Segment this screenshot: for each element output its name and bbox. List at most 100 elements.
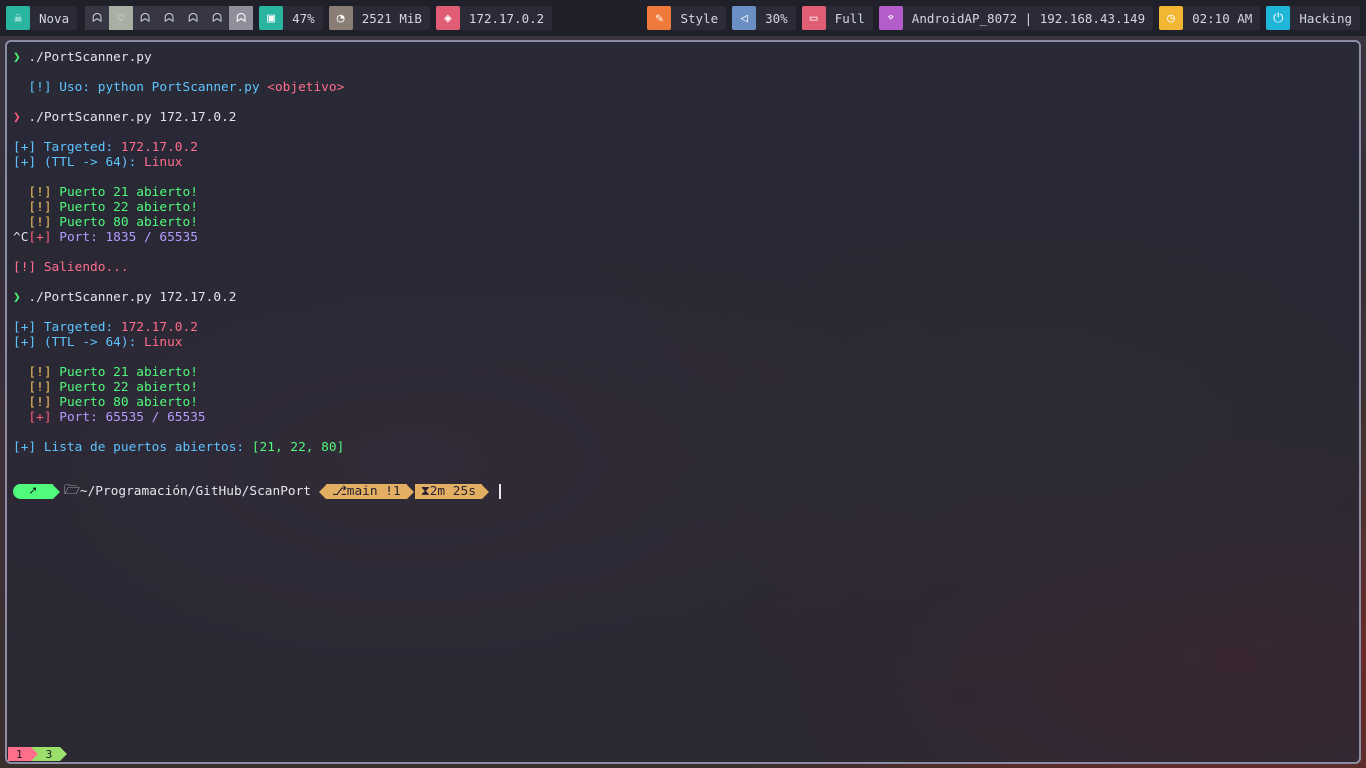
terminal-line: [!] Puerto 21 abierto! xyxy=(13,365,344,380)
terminal-line: ❯ ./PortScanner.py xyxy=(13,50,344,65)
text-cursor[interactable] xyxy=(498,484,501,499)
workspace-badges: 1 3 xyxy=(8,747,68,761)
terminal-line: [!] Puerto 21 abierto! xyxy=(13,185,344,200)
prompt-git: ⎇ main !1 xyxy=(326,484,407,499)
terminal-text: [!] Uso: xyxy=(13,80,98,95)
launcher-label: Nova xyxy=(39,10,70,26)
terminal-line: [+] Lista de puertos abiertos: [21, 22, … xyxy=(13,440,344,455)
ghost-icon[interactable]: ᗣ xyxy=(133,6,158,30)
terminal-text: [+] (TTL -> 64): xyxy=(13,335,144,350)
terminal-line: [+] Targeted: 172.17.0.2 xyxy=(13,140,344,155)
terminal-line: [!] Puerto 80 abierto! xyxy=(13,215,344,230)
hourglass-icon: ⧗ xyxy=(420,484,430,499)
terminal-line: [!] Uso: python PortScanner.py <objetivo… xyxy=(13,80,344,95)
terminal-line: [+] (TTL -> 64): Linux xyxy=(13,155,344,170)
power-module[interactable]: ⏻ Hacking xyxy=(1266,6,1360,30)
terminal-text: [!] Saliendo... xyxy=(13,260,129,275)
terminal-text: Port: 65535 / 65535 xyxy=(59,410,206,425)
terminal-text: [+] xyxy=(28,230,60,245)
heart-icon[interactable]: ♡ xyxy=(109,6,134,30)
ip-module[interactable]: ◈ 172.17.0.2 xyxy=(435,6,553,30)
folder-icon: 🗁 xyxy=(64,482,80,498)
battery-value: Full xyxy=(834,10,865,26)
memory-icon: ◔ xyxy=(328,6,353,30)
terminal-text: Puerto 21 abierto! xyxy=(59,365,198,380)
terminal-text: ./PortScanner.py 172.17.0.2 xyxy=(28,110,237,125)
ghost-icon[interactable]: ᗣ xyxy=(157,6,182,30)
terminal-text: [+] Lista de puertos abiertos: xyxy=(13,440,252,455)
tag-icon: ◈ xyxy=(435,6,460,30)
ghost-icon[interactable]: ᗣ xyxy=(181,6,206,30)
volume-module[interactable]: ◁ 30% xyxy=(732,6,796,30)
terminal-text: [+] xyxy=(13,410,60,425)
launcher-module[interactable]: ☠ Nova xyxy=(6,6,78,30)
terminal-line: ❯ ./PortScanner.py 172.17.0.2 xyxy=(13,110,344,125)
terminal-line: ^C[+] Port: 1835 / 65535 xyxy=(13,230,344,245)
style-module[interactable]: ✎ Style xyxy=(647,6,727,30)
terminal-text: [+] Targeted: xyxy=(13,320,121,335)
terminal-text: ./PortScanner.py xyxy=(28,50,152,65)
volume-value: 30% xyxy=(765,10,788,26)
ghost-icon[interactable]: ᗣ xyxy=(85,6,110,30)
ghost-icon[interactable]: ᗣ xyxy=(229,6,254,30)
terminal-text: python PortScanner.py xyxy=(97,80,268,95)
speaker-icon: ◁ xyxy=(732,6,757,30)
cpu-icon: ▣ xyxy=(259,6,284,30)
terminal-text: [+] Targeted: xyxy=(13,140,121,155)
skull-icon: ☠ xyxy=(6,6,30,30)
terminal-text: [!] xyxy=(13,365,60,380)
terminal-line: [+] Port: 65535 / 65535 xyxy=(13,410,344,425)
terminal-text: Linux xyxy=(143,335,183,350)
terminal-text: ❯ xyxy=(13,290,29,305)
terminal-text: Puerto 22 abierto! xyxy=(59,380,198,395)
terminal-output: ❯ ./PortScanner.py [!] Uso: python PortS… xyxy=(13,50,344,455)
terminal-text: Linux xyxy=(143,155,183,170)
style-label: Style xyxy=(680,10,719,26)
wifi-icon: ⌔ xyxy=(878,6,903,30)
terminal-text: Port: 1835 / 65535 xyxy=(59,230,198,245)
terminal-text: [!] xyxy=(13,215,60,230)
terminal-text: ./PortScanner.py 172.17.0.2 xyxy=(28,290,237,305)
terminal-text: [!] xyxy=(13,395,60,410)
terminal-text: <objetivo> xyxy=(267,80,345,95)
clock-module[interactable]: ◷ 02:10 AM xyxy=(1159,6,1261,30)
cpu-module[interactable]: ▣ 47% xyxy=(259,6,323,30)
workspace-badge[interactable]: 1 xyxy=(8,747,31,761)
terminal-window[interactable]: ❯ ./PortScanner.py [!] Uso: python PortS… xyxy=(5,40,1361,764)
terminal-text: Puerto 80 abierto! xyxy=(59,215,198,230)
terminal-line: [+] (TTL -> 64): Linux xyxy=(13,335,344,350)
terminal-text: Puerto 21 abierto! xyxy=(59,185,198,200)
power-label: Hacking xyxy=(1299,10,1352,26)
battery-icon: ▭ xyxy=(801,6,826,30)
brush-icon: ✎ xyxy=(647,6,672,30)
workspace-badge[interactable]: 3 xyxy=(37,747,61,761)
terminal-text: [!] xyxy=(13,200,60,215)
battery-module[interactable]: ▭ Full xyxy=(801,6,873,30)
network-value: AndroidAP_8072 | 192.168.43.149 xyxy=(911,10,1146,26)
terminal-text: ❯ xyxy=(13,110,29,125)
ghost-icon[interactable]: ᗣ xyxy=(205,6,230,30)
terminal-line: [!] Puerto 22 abierto! xyxy=(13,380,344,395)
ip-value: 172.17.0.2 xyxy=(468,10,545,26)
terminal-line: ❯ ./PortScanner.py 172.17.0.2 xyxy=(13,290,344,305)
terminal-text: [+] (TTL -> 64): xyxy=(13,155,144,170)
memory-value: 2521 MiB xyxy=(361,10,422,26)
terminal-line: [+] Targeted: 172.17.0.2 xyxy=(13,320,344,335)
terminal-text: Puerto 22 abierto! xyxy=(59,200,198,215)
top-bar: ☠ Nova ᗣ ♡ ᗣ ᗣ ᗣ ᗣ ᗣ ▣ 47% ◔ 2521 MiB ◈ … xyxy=(0,0,1366,36)
terminal-text: [21, 22, 80] xyxy=(251,440,345,455)
terminal-line: [!] Puerto 22 abierto! xyxy=(13,200,344,215)
network-module[interactable]: ⌔ AndroidAP_8072 | 192.168.43.149 xyxy=(878,6,1154,30)
prompt-path: 🗁 ~/Programación/GitHub/ScanPort xyxy=(60,483,317,500)
memory-module[interactable]: ◔ 2521 MiB xyxy=(328,6,430,30)
power-icon: ⏻ xyxy=(1266,6,1291,30)
arch-icon: ➚ xyxy=(13,484,53,499)
